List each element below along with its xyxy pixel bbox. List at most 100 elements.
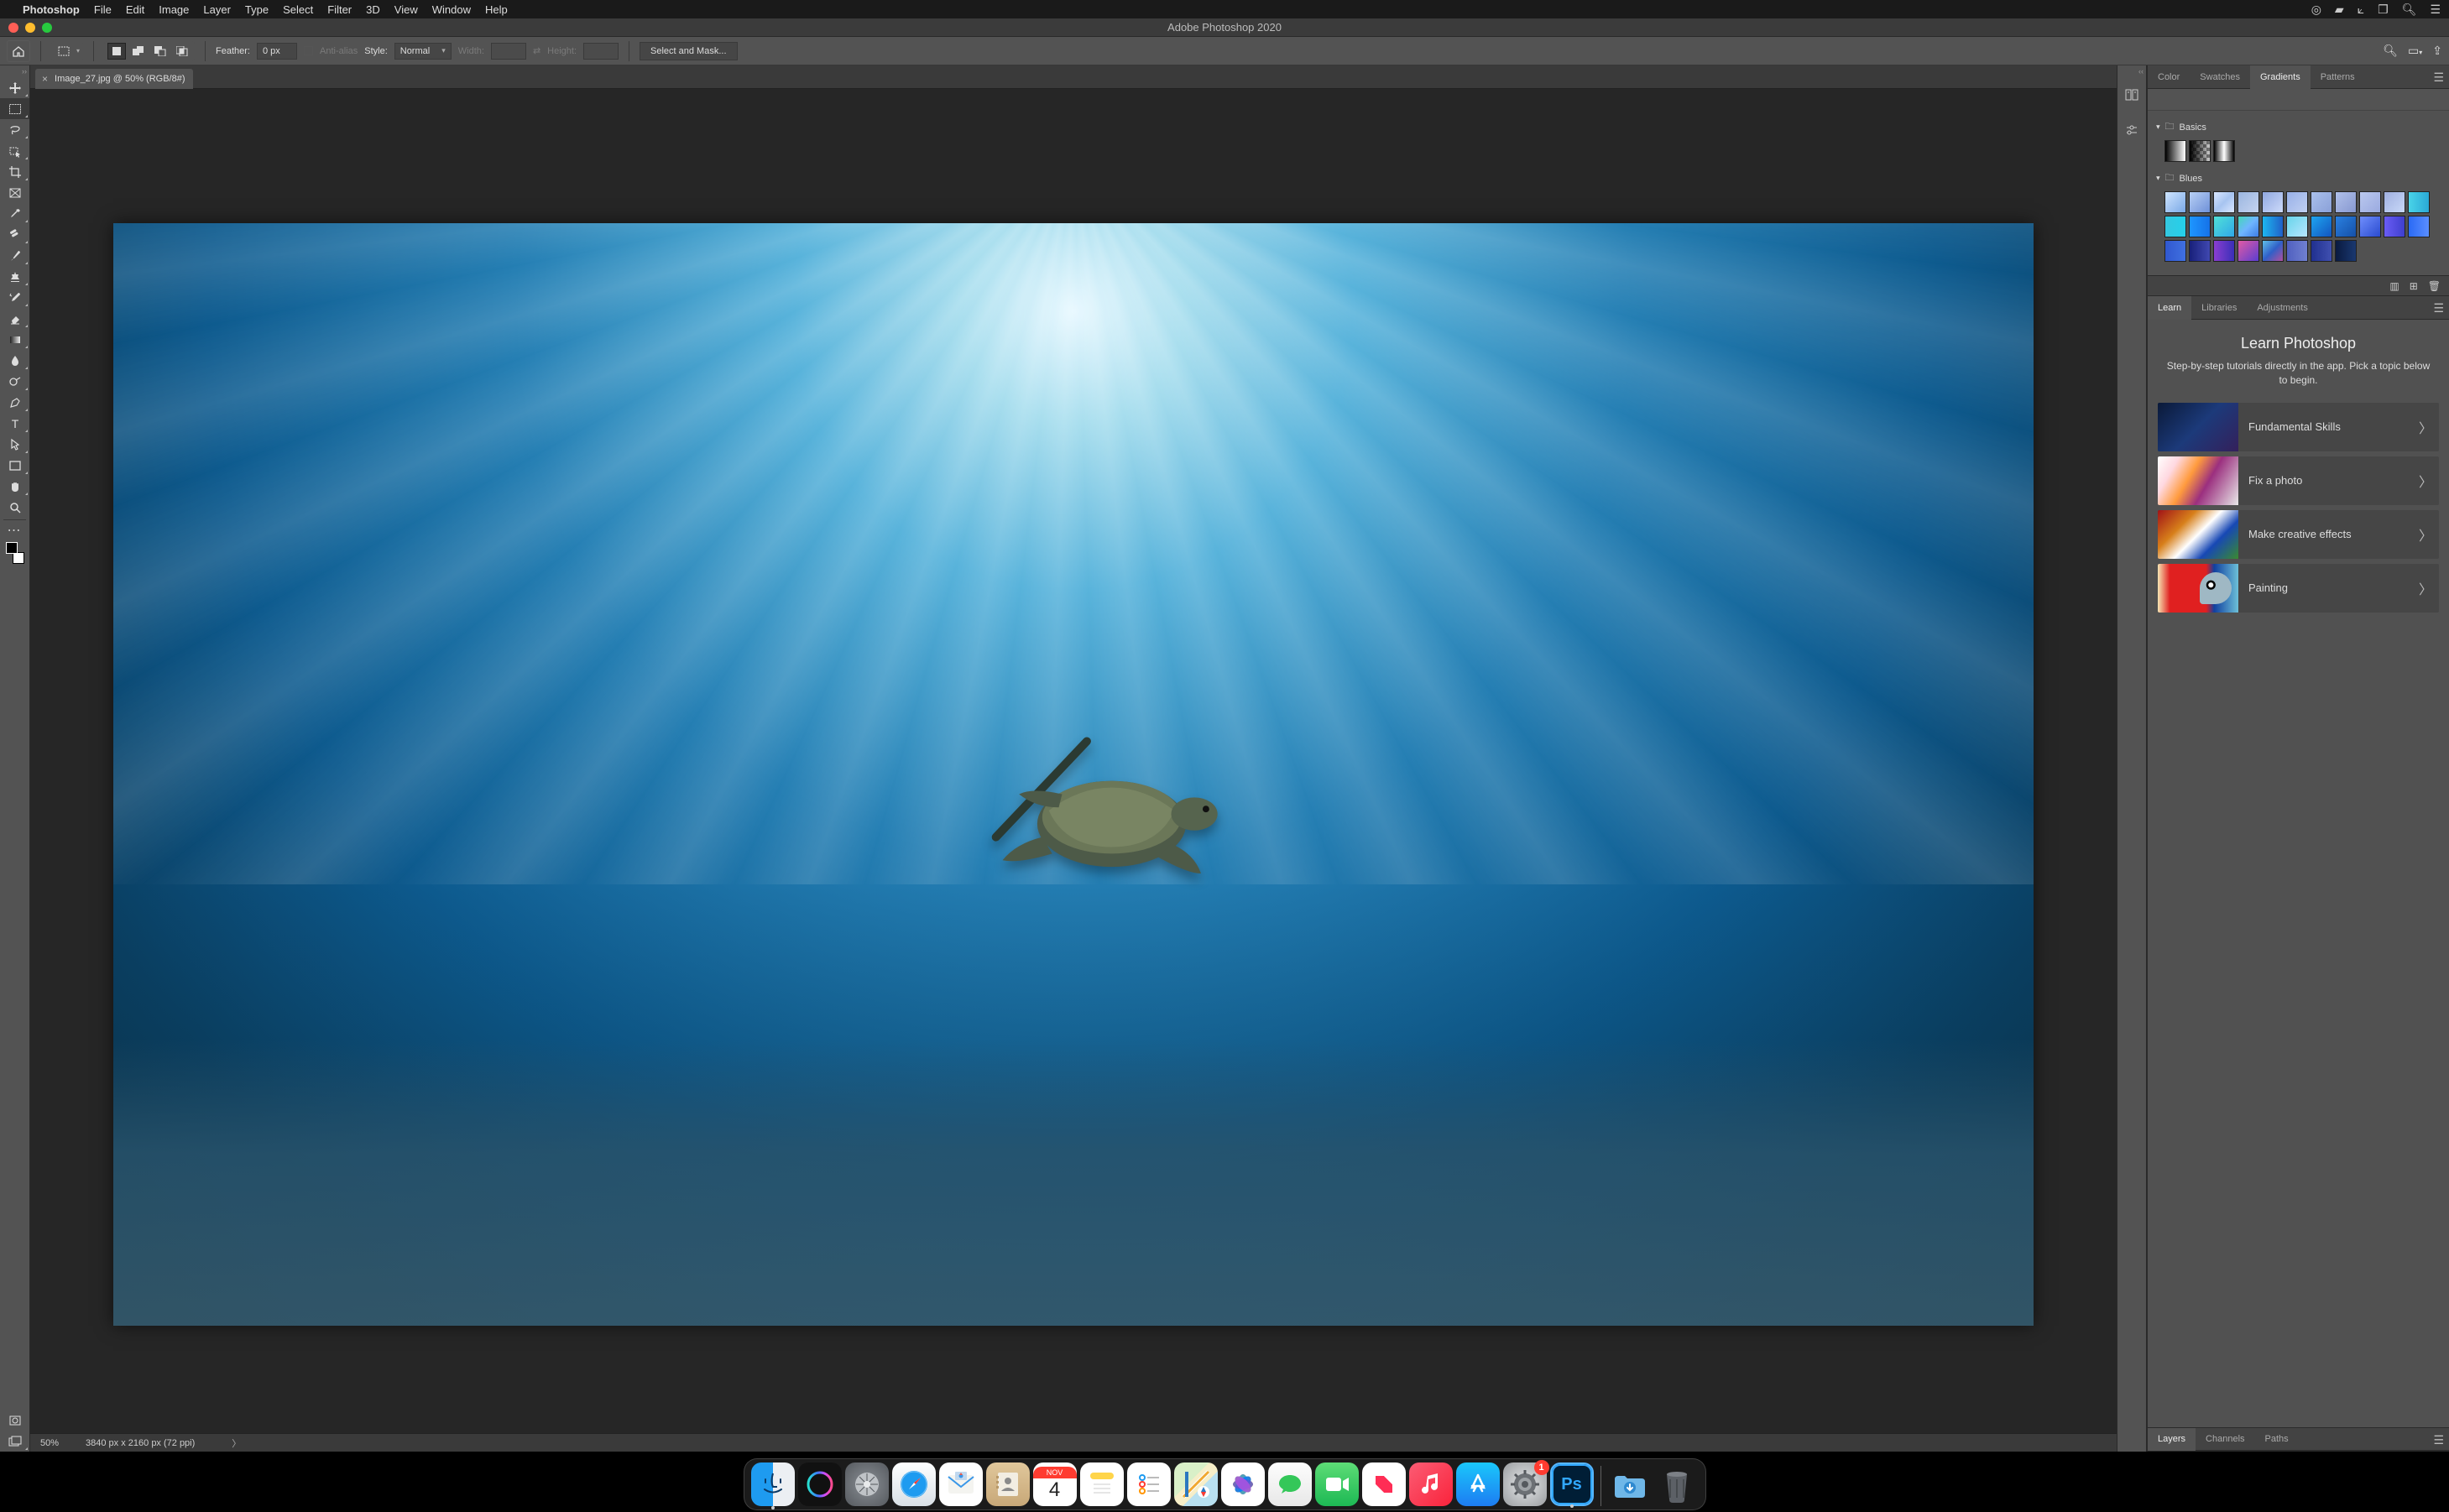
gradient-swatch[interactable] [2384, 191, 2405, 213]
dock-trash[interactable] [1655, 1462, 1699, 1506]
bluetooth-icon[interactable]: ⟀ [2358, 3, 2364, 17]
frame-tool[interactable] [0, 182, 29, 203]
gradient-swatch[interactable] [2189, 140, 2211, 162]
gradients-folder-basics[interactable]: ▸ 🗀 Basics [2153, 117, 2444, 138]
learn-item-painting[interactable]: Painting 〉 [2158, 564, 2439, 613]
panel-menu-icon[interactable]: ☰ [2433, 70, 2444, 85]
gradient-swatch[interactable] [2384, 216, 2405, 237]
dock-messages[interactable] [1268, 1462, 1312, 1506]
gradient-tool[interactable] [0, 329, 29, 350]
gradient-swatch[interactable] [2238, 216, 2259, 237]
gradient-swatch[interactable] [2238, 191, 2259, 213]
dock-appstore[interactable] [1456, 1462, 1500, 1506]
canvas-viewport[interactable] [30, 89, 2117, 1433]
background-color-swatch[interactable] [13, 552, 24, 564]
tab-layers[interactable]: Layers [2148, 1428, 2196, 1451]
gradient-swatch[interactable] [2286, 191, 2308, 213]
doc-dimensions[interactable]: 3840 px x 2160 px (72 ppi) [86, 1438, 195, 1448]
foreground-color-swatch[interactable] [6, 542, 18, 554]
dock-mail[interactable] [939, 1462, 983, 1506]
dock-notes[interactable] [1080, 1462, 1124, 1506]
quick-mask-button[interactable] [0, 1410, 29, 1431]
menu-layer[interactable]: Layer [203, 3, 231, 16]
menu-filter[interactable]: Filter [327, 3, 352, 16]
menu-image[interactable]: Image [159, 3, 189, 16]
tab-channels[interactable]: Channels [2196, 1428, 2254, 1450]
learn-item-fix-photo[interactable]: Fix a photo 〉 [2158, 456, 2439, 505]
dock-safari[interactable] [892, 1462, 936, 1506]
tab-color[interactable]: Color [2148, 65, 2190, 88]
expand-strip-button[interactable]: ‹‹ [2117, 65, 2146, 77]
properties-panel-icon[interactable] [2121, 119, 2143, 141]
minimize-window-button[interactable] [25, 23, 35, 33]
tab-learn[interactable]: Learn [2148, 296, 2191, 320]
eyedropper-tool[interactable] [0, 203, 29, 224]
dock-maps[interactable] [1174, 1462, 1218, 1506]
tab-patterns[interactable]: Patterns [2311, 65, 2365, 88]
crop-tool[interactable] [0, 161, 29, 182]
zoom-tool[interactable] [0, 497, 29, 518]
gradient-swatch[interactable] [2164, 216, 2186, 237]
gradient-swatch[interactable] [2262, 216, 2284, 237]
gradient-swatch[interactable] [2335, 240, 2357, 262]
gradient-swatch[interactable] [2311, 240, 2332, 262]
style-select[interactable]: Normal▾ [394, 43, 452, 60]
gradient-swatch[interactable] [2311, 216, 2332, 237]
dock-finder[interactable] [751, 1462, 795, 1506]
selection-add-button[interactable] [129, 43, 148, 60]
panel-menu-icon[interactable]: ☰ [2433, 301, 2444, 315]
gradient-swatch[interactable] [2189, 216, 2211, 237]
zoom-readout[interactable]: 50% [40, 1438, 59, 1448]
pen-tool[interactable] [0, 392, 29, 413]
home-button[interactable] [7, 40, 30, 62]
dock-calendar[interactable]: NOV4 [1033, 1462, 1077, 1506]
history-panel-icon[interactable] [2121, 84, 2143, 106]
new-swatch-icon[interactable]: ⊞ [2410, 280, 2418, 292]
gradient-swatch[interactable] [2311, 191, 2332, 213]
gradient-swatch[interactable] [2262, 240, 2284, 262]
dock-settings[interactable]: 1 [1503, 1462, 1547, 1506]
quick-selection-tool[interactable] [0, 140, 29, 161]
gradient-swatch[interactable] [2262, 191, 2284, 213]
dock-photos[interactable] [1221, 1462, 1265, 1506]
document-tab[interactable]: × Image_27.jpg @ 50% (RGB/8#) [35, 69, 193, 89]
rectangular-marquee-tool[interactable] [0, 98, 29, 119]
workspace-switcher-icon[interactable]: ▭▾ [2408, 44, 2422, 58]
tab-gradients[interactable]: Gradients [2250, 65, 2311, 89]
cc-icon[interactable]: ◎ [2311, 3, 2321, 17]
dodge-tool[interactable] [0, 371, 29, 392]
status-menu-icon[interactable]: 〉 [232, 1436, 241, 1450]
menu-3d[interactable]: 3D [366, 3, 380, 16]
displays-icon[interactable]: ❐ [2378, 3, 2389, 17]
dock-music[interactable] [1409, 1462, 1453, 1506]
gradient-swatch[interactable] [2408, 191, 2430, 213]
gradient-swatch[interactable] [2164, 140, 2186, 162]
gradient-swatch[interactable] [2335, 216, 2357, 237]
gradient-preview-strip[interactable] [2148, 89, 2449, 111]
gradient-swatch[interactable] [2238, 240, 2259, 262]
share-icon[interactable]: ⇪ [2432, 44, 2442, 58]
tools-collapse-button[interactable]: ›› [0, 65, 29, 77]
dock-siri[interactable] [798, 1462, 842, 1506]
learn-item-fundamental-skills[interactable]: Fundamental Skills 〉 [2158, 403, 2439, 451]
trash-icon[interactable]: 🗑 [2428, 280, 2441, 292]
save-folder-icon[interactable]: ▥ [2389, 280, 2399, 292]
type-tool[interactable]: T [0, 413, 29, 434]
color-swatches-tool[interactable] [0, 539, 29, 567]
clone-stamp-tool[interactable] [0, 266, 29, 287]
gradient-swatch[interactable] [2164, 240, 2186, 262]
hand-tool[interactable] [0, 476, 29, 497]
screen-mode-button[interactable] [0, 1431, 29, 1452]
tab-swatches[interactable]: Swatches [2190, 65, 2250, 88]
gradient-swatch[interactable] [2335, 191, 2357, 213]
gradient-swatch[interactable] [2359, 216, 2381, 237]
screen-icon[interactable]: ▰ [2335, 3, 2344, 17]
tab-adjustments[interactable]: Adjustments [2247, 296, 2318, 319]
history-brush-tool[interactable] [0, 287, 29, 308]
select-and-mask-button[interactable]: Select and Mask... [640, 42, 738, 60]
lasso-tool[interactable] [0, 119, 29, 140]
feather-input[interactable] [257, 43, 297, 60]
selection-subtract-button[interactable] [151, 43, 170, 60]
tab-libraries[interactable]: Libraries [2191, 296, 2247, 319]
gradients-folder-blues[interactable]: ▸ 🗀 Blues [2153, 169, 2444, 190]
